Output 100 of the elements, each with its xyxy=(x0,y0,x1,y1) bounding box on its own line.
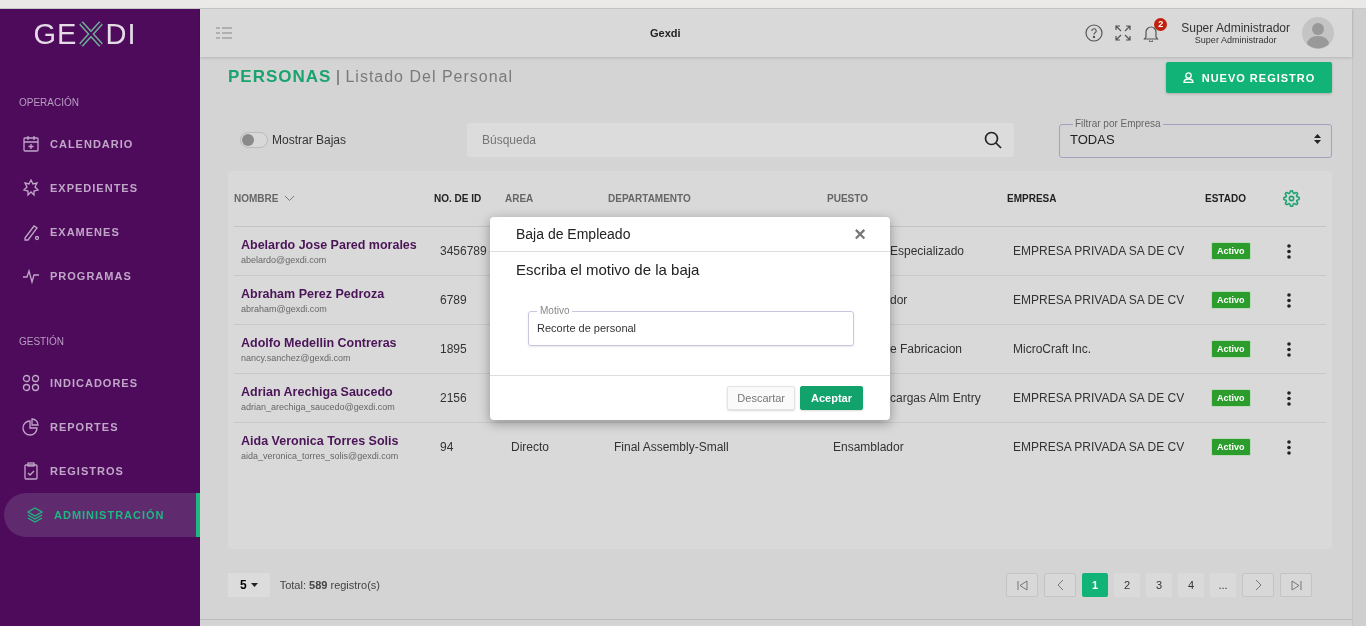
sidebar-item[interactable]: REGISTROS xyxy=(0,449,200,493)
column-header: AREA xyxy=(505,193,534,204)
table-cell: Final Assembly-Small xyxy=(614,440,729,454)
employee-name[interactable]: Abelardo Jose Pared morales xyxy=(241,237,434,252)
table-cell: cargas Alm Entry xyxy=(890,391,981,405)
table-cell: MicroCraft Inc. xyxy=(1013,342,1091,356)
table-cell: EMPRESA PRIVADA SA DE CV xyxy=(1013,391,1185,405)
employee-email: aida_veronica_torres_solis@gexdi.com xyxy=(241,450,400,461)
dialog-title: Baja de Empleado xyxy=(516,226,631,242)
sidebar-item[interactable]: EXPEDIENTES xyxy=(0,166,200,210)
text-input[interactable]: Recorte de personal xyxy=(537,316,845,334)
accept-button[interactable]: Aceptar xyxy=(800,386,863,410)
employee-name[interactable]: Abraham Perez Pedroza xyxy=(241,286,434,301)
chevron-down-icon[interactable] xyxy=(284,195,296,202)
logo-text: GE xyxy=(33,17,78,51)
employee-email: abraham@gexdi.com xyxy=(241,303,328,314)
status-badge: Activo xyxy=(1211,438,1251,456)
section-title: GESTIÓN xyxy=(18,336,65,347)
more-options-icon[interactable] xyxy=(1287,243,1291,259)
sidebar-item[interactable]: EXAMENES xyxy=(0,210,200,254)
sidebar-item[interactable]: PROGRAMAS xyxy=(0,254,200,298)
pen-icon xyxy=(22,223,40,241)
table-cell: 1895 xyxy=(440,342,467,356)
search-field[interactable]: Búsqueda xyxy=(467,123,1014,157)
chevron-left-icon xyxy=(1056,579,1064,591)
search-icon[interactable] xyxy=(984,131,1002,149)
logo-cross-icon xyxy=(78,20,105,48)
table-cell: EMPRESA PRIVADA SA DE CV xyxy=(1013,440,1185,454)
page-button[interactable]: ... xyxy=(1210,573,1236,597)
clipboard-icon xyxy=(22,462,40,480)
sort-caret-icon xyxy=(1314,134,1321,144)
skip-back-icon xyxy=(1016,579,1028,591)
calendar-icon xyxy=(22,135,40,153)
table-cell: 94 xyxy=(440,440,454,454)
company-filter-select[interactable]: Filtrar por Empresa TODAS xyxy=(1059,119,1332,158)
page-subtitle: Listado Del Personal xyxy=(345,68,514,86)
discard-button[interactable]: Descartar xyxy=(727,386,796,410)
column-header: ESTADO xyxy=(1205,193,1246,204)
dialog-prompt: Escriba el motivo de la baja xyxy=(516,261,701,278)
logo-text: DI xyxy=(105,17,137,51)
sidebar-item[interactable]: ADMINISTRACIÓN xyxy=(4,493,200,537)
column-header: PUESTO xyxy=(827,193,868,204)
column-header: DEPARTAMENTO xyxy=(608,193,691,204)
pulse-icon xyxy=(22,267,40,285)
grid-icon xyxy=(22,374,40,392)
app-title: Gexdi xyxy=(650,27,681,39)
section-title: OPERACIÓN xyxy=(18,97,80,108)
table-cell: 3456789 xyxy=(440,244,487,258)
employee-name[interactable]: Aida Veronica Torres Solis xyxy=(241,433,434,448)
table-cell: Ensamblador xyxy=(833,440,904,454)
table-cell: EMPRESA PRIVADA SA DE CV xyxy=(1013,293,1185,307)
more-options-icon[interactable] xyxy=(1287,439,1291,455)
user-icon xyxy=(1182,72,1194,83)
total-count: Total: 589 registro(s) xyxy=(279,579,380,591)
notification-badge: 2 xyxy=(1154,17,1168,31)
asterisk-icon xyxy=(22,179,40,197)
status-badge: Activo xyxy=(1211,291,1251,309)
more-options-icon[interactable] xyxy=(1287,390,1291,406)
page-button[interactable]: 2 xyxy=(1114,573,1140,597)
status-badge: Activo xyxy=(1211,389,1251,407)
table-cell: 6789 xyxy=(440,293,467,307)
employee-email: nancy.sanchez@gexdi.com xyxy=(241,352,352,363)
sidebar-item[interactable]: REPORTES xyxy=(0,405,200,449)
column-header: NO. DE ID xyxy=(434,193,482,204)
toggle-label: Mostrar Bajas xyxy=(272,133,347,147)
bell-icon[interactable] xyxy=(1143,24,1160,42)
column-header[interactable]: NOMBRE xyxy=(234,193,279,204)
employee-name[interactable]: Adolfo Medellin Contreras xyxy=(241,335,434,350)
layers-icon xyxy=(26,506,44,524)
toggle-switch[interactable] xyxy=(240,132,268,148)
more-options-icon[interactable] xyxy=(1287,341,1291,357)
skip-forward-icon xyxy=(1290,579,1302,591)
page-button[interactable]: 3 xyxy=(1146,573,1172,597)
chevron-right-icon xyxy=(1254,579,1262,591)
pie-chart-icon xyxy=(22,418,40,436)
page-button[interactable]: 4 xyxy=(1178,573,1204,597)
table-cell: dor xyxy=(890,293,908,307)
employee-email: abelardo@gexdi.com xyxy=(241,254,328,265)
user-name: Super Administrador xyxy=(1181,21,1290,35)
user-role: Super Administrador xyxy=(1194,35,1277,45)
help-icon[interactable] xyxy=(1085,24,1104,42)
employee-name[interactable]: Adrian Arechiga Saucedo xyxy=(241,384,434,399)
page-title: PERSONAS xyxy=(228,67,332,87)
column-header: EMPRESA xyxy=(1007,193,1057,204)
table-cell: Directo xyxy=(511,440,549,454)
table-cell: e Fabricacion xyxy=(890,342,963,356)
page-size-select[interactable]: 5 xyxy=(228,573,270,597)
close-button[interactable]: × xyxy=(854,224,866,244)
fullscreen-icon[interactable] xyxy=(1115,25,1132,41)
status-badge: Activo xyxy=(1211,242,1251,260)
sidebar-item[interactable]: INDICADORES xyxy=(0,361,200,405)
caret-icon xyxy=(250,583,258,587)
sidebar-item[interactable]: CALENDARIO xyxy=(0,122,200,166)
table-cell: Especializado xyxy=(890,244,965,258)
table-cell: 2156 xyxy=(440,391,467,405)
more-options-icon[interactable] xyxy=(1287,292,1291,308)
employee-email: adrian_arechiga_saucedo@gexdi.com xyxy=(241,401,396,412)
status-badge: Activo xyxy=(1211,340,1251,358)
table-cell: EMPRESA PRIVADA SA DE CV xyxy=(1013,244,1185,258)
reason-field[interactable]: Motivo Recorte de personal xyxy=(528,306,854,346)
